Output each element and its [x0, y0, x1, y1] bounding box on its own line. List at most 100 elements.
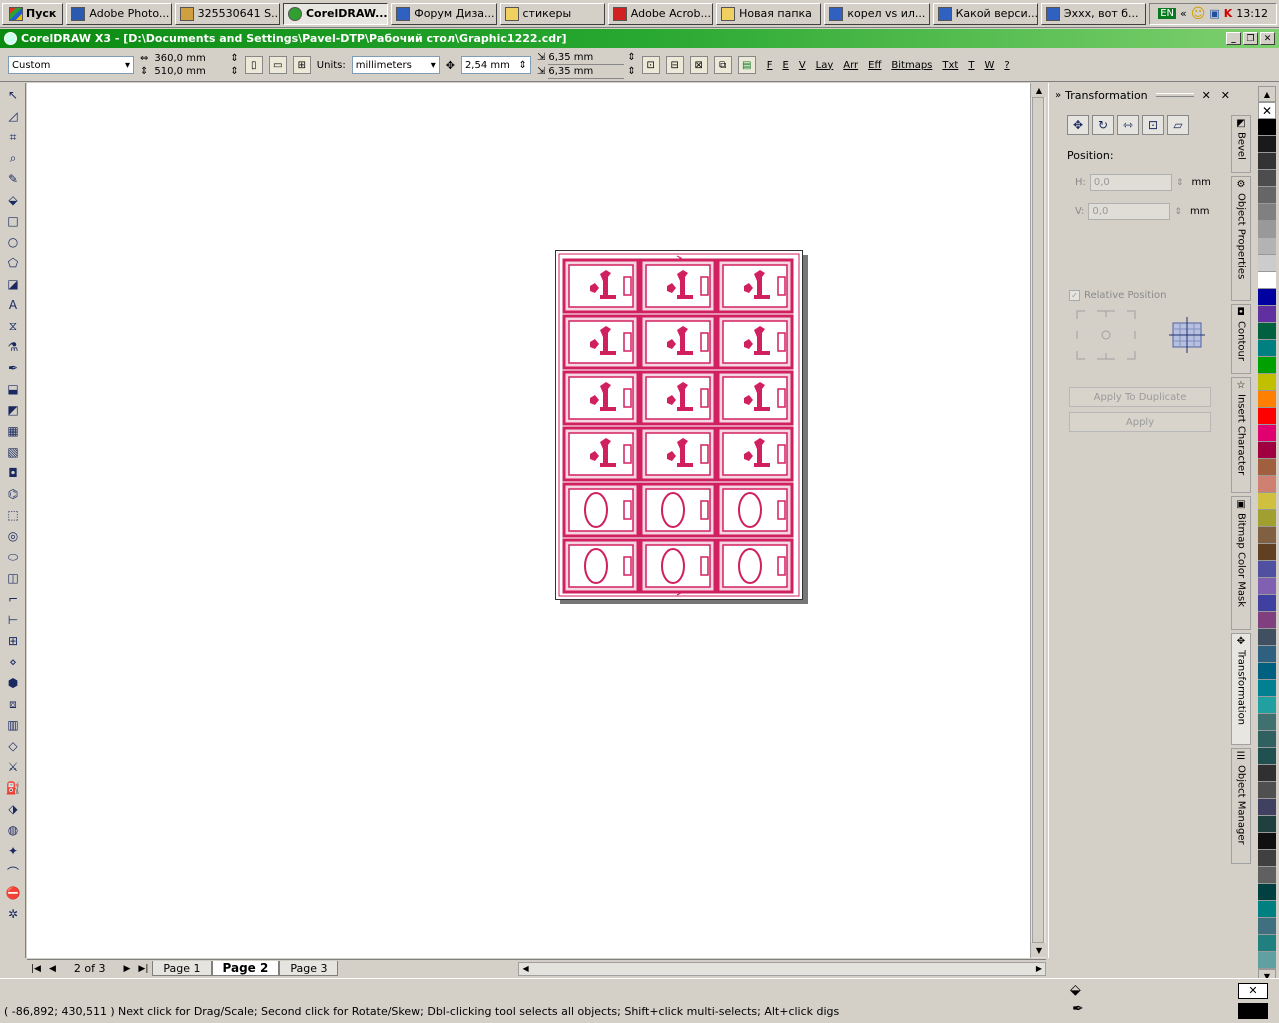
zoom-tool-icon[interactable]: ⌕ [4, 149, 22, 167]
h-position-input[interactable]: 0,0 [1089, 174, 1172, 191]
color-swatch[interactable] [1258, 476, 1276, 493]
color-swatch[interactable] [1258, 646, 1276, 663]
taskbar-item-acrobat[interactable]: Adobe Acrob... [607, 2, 714, 25]
color-swatch[interactable] [1258, 136, 1276, 153]
color-swatch[interactable] [1258, 527, 1276, 544]
menu-view[interactable]: V [794, 60, 811, 71]
color-swatch[interactable] [1258, 323, 1276, 340]
smart-fill-icon[interactable]: ⬙ [4, 191, 22, 209]
no-fill-swatch[interactable]: ✕ [1238, 983, 1268, 999]
page-tab-3[interactable]: Page 3 [279, 961, 339, 976]
color-swatch[interactable] [1258, 561, 1276, 578]
docker-grip[interactable] [1155, 93, 1194, 97]
spinner-icon[interactable]: ⇕ [230, 53, 238, 65]
position-mode-icon[interactable]: ✥ [1067, 115, 1089, 135]
text-tool-icon[interactable]: A [4, 296, 22, 314]
color-swatch[interactable] [1258, 816, 1276, 833]
page-tab-2[interactable]: Page 2 [211, 961, 280, 976]
freehand-tool-icon[interactable]: ✎ [4, 170, 22, 188]
color-swatch[interactable] [1258, 901, 1276, 918]
color-swatch[interactable] [1258, 697, 1276, 714]
interactive-fill-icon[interactable]: ◩ [4, 401, 22, 419]
color-swatch[interactable] [1258, 272, 1276, 289]
effect-icon[interactable]: ✦ [4, 842, 22, 860]
page-layout-icon[interactable]: ⊞ [292, 56, 311, 74]
color-swatch[interactable] [1258, 204, 1276, 221]
bitmap-trace-icon[interactable]: ⬗ [4, 800, 22, 818]
taskbar-item-ekh[interactable]: Эххх, вот б... [1040, 2, 1147, 25]
color-swatch[interactable] [1258, 680, 1276, 697]
color-swatch[interactable] [1258, 408, 1276, 425]
apply-to-duplicate-button[interactable]: Apply To Duplicate [1069, 387, 1211, 407]
color-swatch[interactable] [1258, 306, 1276, 323]
color-swatch[interactable] [1258, 170, 1276, 187]
skew-mode-icon[interactable]: ▱ [1167, 115, 1189, 135]
paint-bucket-icon[interactable]: ⛽ [4, 779, 22, 797]
spinner-icon[interactable]: ⇕ [627, 66, 635, 79]
docker-tab-transformation[interactable]: ✥ Transformation [1231, 633, 1251, 745]
apply-button[interactable]: Apply [1069, 412, 1211, 432]
taskbar-item-window[interactable]: 325530641 S... [174, 2, 280, 25]
pick-tool-icon[interactable]: ↖ [4, 86, 22, 104]
color-swatch[interactable] [1258, 850, 1276, 867]
color-swatch[interactable] [1258, 493, 1276, 510]
plugin-icon[interactable]: ✲ [4, 905, 22, 923]
outline-indicator-icon[interactable]: ✒ [1072, 1001, 1084, 1017]
menu-layout[interactable]: Lay [811, 60, 839, 71]
taskbar-item-corel-vs[interactable]: корел vs ил... [824, 2, 930, 25]
rotate-mode-icon[interactable]: ↻ [1092, 115, 1114, 135]
scroll-left-icon[interactable]: ◀ [522, 964, 528, 973]
dup-x-field[interactable]: 6,35 mm [548, 52, 625, 65]
scroll-up-icon[interactable]: ▲ [1031, 83, 1047, 97]
color-swatch[interactable] [1258, 221, 1276, 238]
color-swatch[interactable] [1258, 391, 1276, 408]
mesh-fill-icon[interactable]: ▦ [4, 422, 22, 440]
color-swatch[interactable] [1258, 187, 1276, 204]
fill-tool-icon[interactable]: ⬓ [4, 380, 22, 398]
color-swatch[interactable] [1258, 544, 1276, 561]
drop-shadow-icon[interactable]: ◫ [4, 569, 22, 587]
start-button[interactable]: Пуск [2, 2, 64, 25]
tray-expand-chevron[interactable]: « [1180, 7, 1187, 20]
page-doc-icon[interactable]: ▤ [737, 56, 756, 74]
language-indicator[interactable]: EN [1158, 8, 1177, 19]
prev-page-icon[interactable]: ◀ [45, 964, 60, 974]
v-position-input[interactable]: 0,0 [1088, 203, 1171, 220]
color-swatch[interactable] [1258, 663, 1276, 680]
spinner-icon[interactable]: ⇕ [230, 66, 238, 78]
snap-icon[interactable]: ⊟ [665, 56, 684, 74]
crop-tool-icon[interactable]: ⌗ [4, 128, 22, 146]
scroll-thumb[interactable] [1032, 97, 1044, 943]
interactive-blend-icon[interactable]: ⧖ [4, 317, 22, 335]
spinner-icon[interactable]: ⇕ [1176, 178, 1184, 188]
color-swatch[interactable] [1258, 867, 1276, 884]
relative-position-checkbox[interactable]: ✓ [1069, 290, 1080, 301]
page-width-field[interactable]: 360,0 mm [151, 53, 227, 65]
color-swatch[interactable] [1258, 714, 1276, 731]
extrude-icon[interactable]: ⬚ [4, 506, 22, 524]
color-swatch[interactable] [1258, 153, 1276, 170]
color-swatch[interactable] [1258, 238, 1276, 255]
taskbar-item-coreldraw[interactable]: CorelDRAW... [282, 2, 389, 25]
color-swatch[interactable] [1258, 731, 1276, 748]
color-swatch[interactable] [1258, 799, 1276, 816]
vertical-scrollbar[interactable]: ▲ ▼ [1030, 83, 1047, 958]
node-icon[interactable]: ⋄ [4, 653, 22, 671]
close-icon[interactable]: ✕ [1260, 32, 1275, 45]
page-size-dropdown[interactable]: Custom ▾ [8, 56, 134, 74]
docker-tab-object-manager[interactable]: ☰ Object Manager [1231, 748, 1251, 864]
antivirus-icon[interactable]: K [1224, 7, 1233, 20]
landscape-icon[interactable]: ▭ [268, 56, 287, 74]
size-mode-icon[interactable]: ⊡ [1142, 115, 1164, 135]
page-tab-1[interactable]: Page 1 [152, 961, 212, 976]
scroll-down-icon[interactable]: ▼ [1031, 943, 1047, 957]
eyedropper-icon[interactable]: ⚗ [4, 338, 22, 356]
spinner-icon[interactable]: ⇕ [1174, 207, 1182, 217]
rectangle-tool-icon[interactable]: □ [4, 212, 22, 230]
color-icon[interactable]: ◍ [4, 821, 22, 839]
portrait-icon[interactable]: ▯ [244, 56, 263, 74]
docker-tab-contour[interactable]: ◘ Contour [1231, 304, 1251, 374]
taskbar-item-photoshop[interactable]: Adobe Photo... [66, 2, 172, 25]
color-swatch[interactable] [1258, 340, 1276, 357]
combine-icon[interactable]: ⬢ [4, 674, 22, 692]
